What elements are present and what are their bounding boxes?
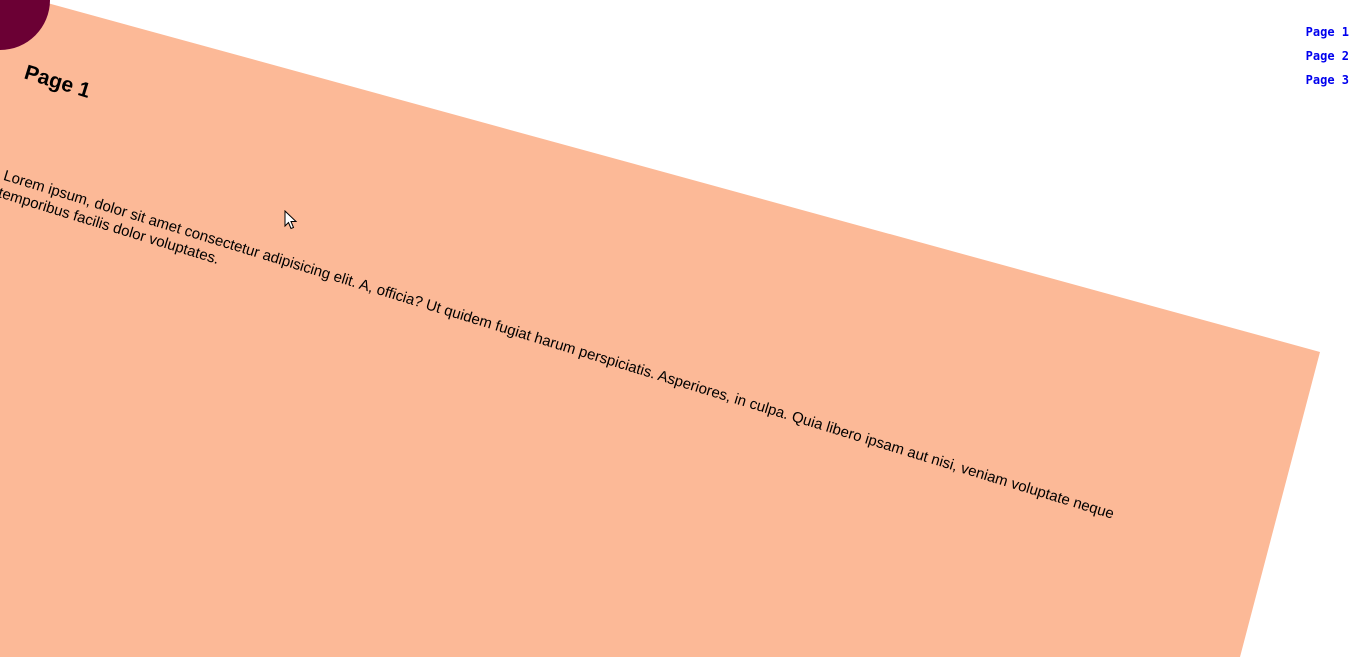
page-stage: Page 1 Lorem ipsum, dolor sit amet conse… — [0, 0, 1366, 657]
page-navigation: Page 1 Page 2 Page 3 — [1306, 20, 1349, 92]
mouse-cursor-icon — [284, 210, 298, 230]
nav-link-page-1[interactable]: Page 1 — [1306, 20, 1349, 44]
nav-link-page-3[interactable]: Page 3 — [1306, 68, 1349, 92]
rotated-content-panel — [0, 0, 1320, 657]
nav-link-page-2[interactable]: Page 2 — [1306, 44, 1349, 68]
